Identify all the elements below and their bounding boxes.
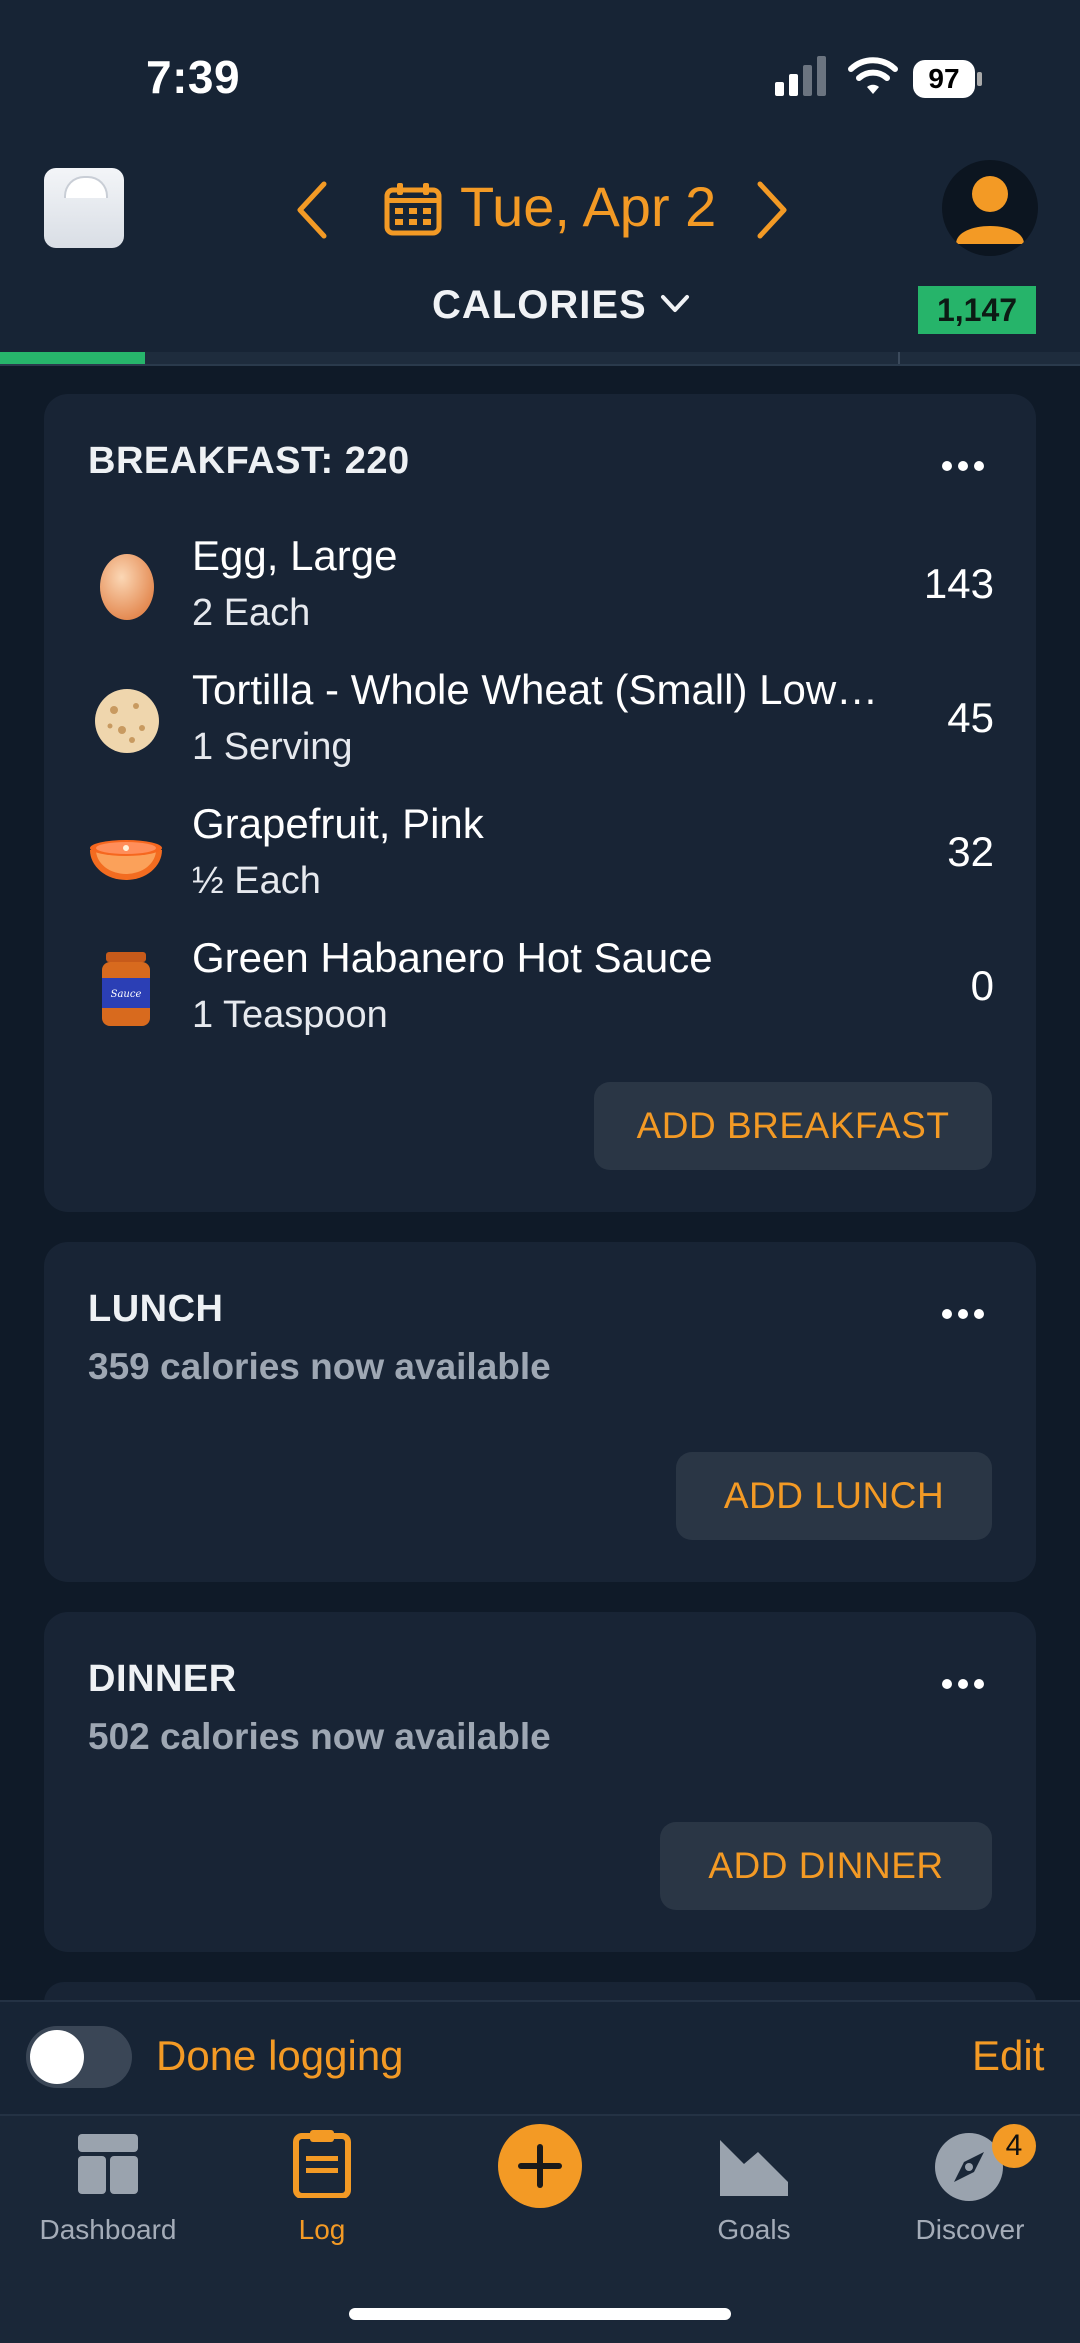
food-calories: 45 — [947, 694, 994, 741]
tab-log-label: Log — [298, 2214, 346, 2245]
food-quantity: 1 Teaspoon — [192, 994, 388, 1036]
discover-notification-badge: 4 — [992, 2124, 1036, 2168]
header-divider — [0, 364, 1080, 366]
food-quantity: 1 Serving — [192, 726, 353, 768]
status-time: 7:39 — [146, 51, 241, 103]
add-lunch-button[interactable]: ADD LUNCH — [676, 1452, 992, 1540]
food-name: Grapefruit, Pink — [192, 800, 484, 847]
date-label[interactable]: Tue, Apr 2 — [460, 174, 716, 239]
lunch-calories-available: 359 calories now available — [88, 1346, 551, 1387]
lunch-title: LUNCH — [88, 1288, 224, 1330]
svg-text:Sauce: Sauce — [111, 989, 142, 1000]
scale-icon — [64, 176, 108, 198]
chevron-down-icon[interactable] — [660, 293, 690, 315]
grapefruit-icon — [90, 840, 162, 880]
next-day-button[interactable] — [752, 178, 792, 242]
food-calories: 0 — [970, 962, 994, 1009]
profile-avatar[interactable] — [942, 160, 1038, 256]
scale-button[interactable] — [44, 168, 124, 248]
food-name: Green Habanero Hot Sauce — [192, 934, 713, 981]
quick-add-button[interactable] — [498, 2124, 582, 2208]
clipboard-icon — [293, 2130, 351, 2198]
plus-icon — [518, 2144, 562, 2188]
food-name: Egg, Large — [192, 532, 398, 579]
dinner-more-button[interactable] — [942, 1676, 992, 1690]
food-name: Tortilla - Whole Wheat (Small) Low… — [192, 666, 879, 713]
add-dinner-button[interactable]: ADD DINNER — [660, 1822, 992, 1910]
breakfast-more-button[interactable] — [942, 458, 992, 472]
food-quantity: 2 Each — [192, 592, 311, 634]
battery-icon: 97 — [913, 60, 983, 98]
goals-icon — [720, 2140, 788, 2196]
edit-button[interactable]: Edit — [972, 2032, 1044, 2080]
wifi-icon — [848, 57, 898, 94]
food-quantity: ½ Each — [192, 860, 321, 902]
sauce-jar-icon: Sauce — [102, 952, 150, 1026]
metric-selector[interactable]: CALORIES — [432, 283, 647, 328]
more-icon — [942, 458, 990, 475]
calorie-progress-fill — [0, 352, 145, 364]
tab-discover-label: Discover — [915, 2214, 1025, 2245]
done-logging-toggle[interactable] — [26, 2026, 132, 2088]
more-icon — [942, 1676, 990, 1693]
tab-goals-label: Goals — [717, 2214, 791, 2245]
dinner-calories-available: 502 calories now available — [88, 1716, 551, 1757]
calorie-progress-goal-tick — [898, 352, 900, 364]
calories-remaining-badge: 1,147 — [918, 286, 1036, 334]
home-indicator — [349, 2308, 731, 2320]
person-icon — [956, 176, 1024, 244]
dinner-title: DINNER — [88, 1658, 237, 1700]
calorie-progress-track — [0, 352, 1080, 364]
toggle-knob — [30, 2030, 84, 2084]
dashboard-icon — [78, 2134, 138, 2194]
more-icon — [942, 1306, 990, 1323]
egg-icon — [100, 554, 154, 620]
calendar-icon[interactable] — [384, 182, 442, 236]
food-calories: 143 — [923, 560, 994, 607]
add-breakfast-button[interactable]: ADD BREAKFAST — [594, 1082, 992, 1170]
battery-level: 97 — [913, 60, 975, 98]
tab-dashboard-label: Dashboard — [39, 2214, 177, 2245]
done-logging-label[interactable]: Done logging — [156, 2032, 404, 2080]
breakfast-title: BREAKFAST: 220 — [88, 440, 410, 482]
previous-day-button[interactable] — [292, 178, 332, 242]
cellular-signal-icon — [775, 56, 826, 96]
tortilla-icon — [95, 689, 159, 753]
food-calories: 32 — [947, 828, 994, 875]
lunch-more-button[interactable] — [942, 1306, 992, 1320]
